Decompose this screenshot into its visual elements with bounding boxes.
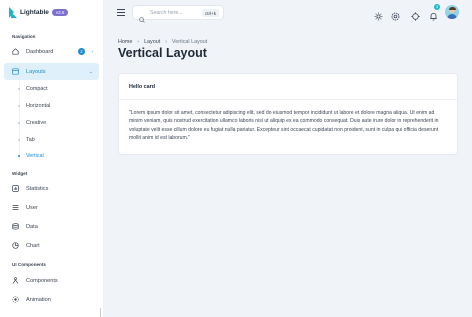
version-badge: v3.5 bbox=[51, 9, 69, 16]
sidebar-item-label: Dashboard bbox=[26, 48, 54, 55]
sidebar-subitem-tab[interactable]: Tab bbox=[18, 137, 35, 143]
search-shortcut: ctrl+k bbox=[201, 9, 219, 17]
sidebar-item-components[interactable]: Components bbox=[4, 272, 99, 289]
sidebar-subitem-vertical[interactable]: Vertical bbox=[18, 153, 44, 159]
sidebar-item-animation[interactable]: Animation bbox=[4, 291, 99, 308]
sidebar-item-label: Layouts bbox=[26, 68, 46, 75]
home-icon bbox=[12, 48, 19, 55]
bullet-icon bbox=[18, 155, 20, 157]
section-title-ui-components: UI Components bbox=[12, 262, 46, 267]
sidebar-subitem-label: Horizontal bbox=[26, 103, 51, 109]
chevron-right-icon: › bbox=[165, 39, 167, 45]
database-icon bbox=[12, 223, 19, 230]
menu-toggle-icon[interactable] bbox=[117, 9, 125, 16]
sidebar-scrollbar[interactable] bbox=[100, 308, 101, 317]
sidebar-subitem-creative[interactable]: Creative bbox=[18, 120, 46, 126]
chevron-right-icon: › bbox=[137, 39, 140, 45]
sidebar: Lightable v3.5 Navigation Dashboard 2 › … bbox=[0, 0, 104, 317]
sidebar-subitem-label: Creative bbox=[26, 120, 47, 126]
bullet-icon bbox=[18, 88, 20, 90]
sidebar-item-statistics[interactable]: Statistics bbox=[4, 180, 99, 197]
page-title: Vertical Layout bbox=[118, 46, 207, 60]
animation-icon bbox=[12, 296, 19, 303]
notification-badge: 3 bbox=[434, 4, 440, 10]
layout-icon bbox=[12, 68, 19, 75]
gear-icon[interactable] bbox=[391, 8, 400, 21]
sidebar-item-data[interactable]: Data bbox=[4, 218, 99, 235]
sidebar-subitem-label: Compact bbox=[26, 86, 48, 92]
sidebar-item-dashboard[interactable]: Dashboard 2 › bbox=[4, 43, 99, 60]
breadcrumb-current: Vertical Layout bbox=[171, 39, 208, 45]
pie-icon bbox=[12, 242, 19, 249]
chart-icon bbox=[12, 185, 19, 192]
chevron-right-icon: › bbox=[91, 48, 93, 55]
hello-card: Hello card "Lorem ipsum dolor sit amet, … bbox=[118, 73, 458, 155]
card-title: Hello card bbox=[119, 74, 457, 100]
section-title-widget: Widget bbox=[12, 171, 28, 176]
breadcrumb-layout[interactable]: Layout bbox=[144, 39, 160, 45]
breadcrumb-home[interactable]: Home bbox=[118, 39, 132, 45]
search-icon bbox=[139, 10, 145, 28]
components-icon bbox=[12, 277, 19, 284]
chevron-down-icon: ⌄ bbox=[88, 68, 93, 75]
sidebar-item-user[interactable]: User bbox=[4, 199, 99, 216]
sidebar-subitem-label: Vertical bbox=[26, 153, 44, 159]
bell-icon[interactable]: 3 bbox=[429, 4, 440, 21]
sidebar-item-label: Data bbox=[26, 223, 38, 230]
bullet-icon bbox=[18, 105, 20, 107]
sidebar-item-label: Animation bbox=[26, 296, 51, 303]
count-badge: 2 bbox=[78, 48, 85, 55]
brand-logo[interactable]: Lightable v3.5 bbox=[9, 7, 69, 18]
search-input[interactable]: Search here... ctrl+k bbox=[132, 5, 224, 23]
sidebar-item-label: User bbox=[26, 204, 38, 211]
card-body-text: "Lorem ipsum dolor sit amet, consectetur… bbox=[129, 110, 439, 141]
section-title-navigation: Navigation bbox=[12, 34, 36, 39]
sidebar-item-label: Components bbox=[26, 277, 58, 284]
avatar[interactable] bbox=[445, 5, 459, 19]
logo-icon bbox=[9, 7, 17, 18]
sidebar-item-layouts[interactable]: Layouts ⌄ bbox=[4, 63, 99, 80]
user-icon bbox=[12, 204, 19, 211]
sidebar-subitem-compact[interactable]: Compact bbox=[18, 86, 48, 92]
brand-name: Lightable bbox=[20, 9, 49, 16]
search-placeholder: Search here... bbox=[150, 10, 183, 16]
sidebar-item-label: Chart bbox=[26, 242, 40, 249]
topbar: Search here... ctrl+k 3 bbox=[104, 0, 472, 26]
sidebar-item-label: Statistics bbox=[26, 185, 49, 192]
sidebar-item-chart[interactable]: Chart bbox=[4, 237, 99, 254]
sidebar-subitem-horizontal[interactable]: Horizontal bbox=[18, 103, 50, 109]
bullet-icon bbox=[18, 122, 20, 124]
sun-icon[interactable] bbox=[374, 8, 383, 21]
breadcrumb: Home › Layout › Vertical Layout bbox=[118, 39, 207, 45]
target-icon[interactable] bbox=[411, 8, 420, 21]
sidebar-subitem-label: Tab bbox=[26, 137, 35, 143]
bullet-icon bbox=[18, 139, 20, 141]
